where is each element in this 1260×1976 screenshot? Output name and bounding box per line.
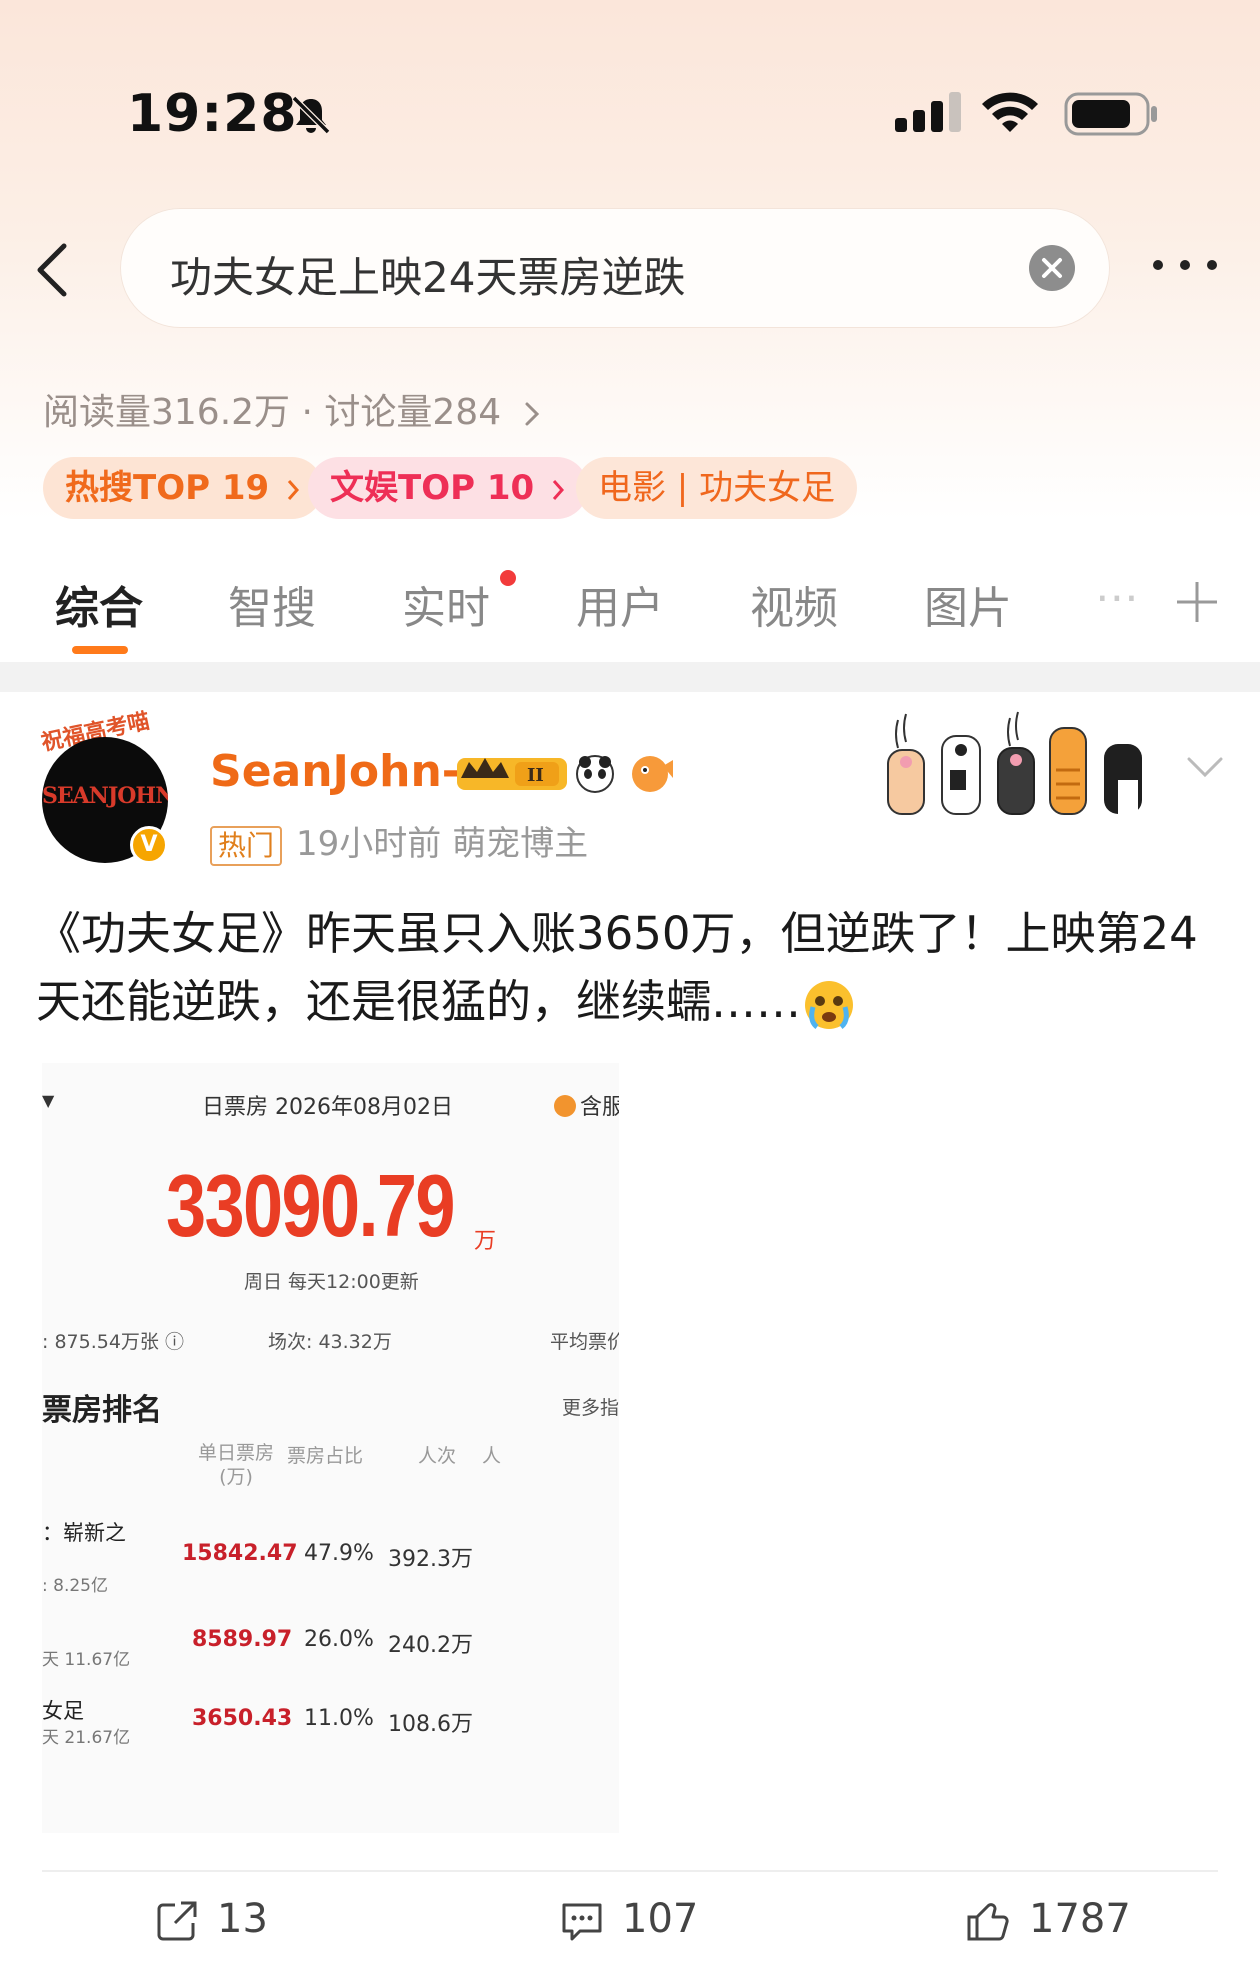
post-meta: 热门 19小时前 萌宠博主: [210, 816, 588, 866]
section-divider: [0, 662, 1260, 692]
check-circle-icon: [554, 1095, 576, 1117]
movie-cumulative: 天 21.67亿: [42, 1728, 131, 1748]
tab-overflow-fade: ⋯: [1095, 572, 1139, 623]
daily-box-office: 8589.97: [192, 1627, 293, 1652]
tab-images[interactable]: 图片: [924, 572, 1012, 636]
ranking-title: 票房排名: [42, 1393, 162, 1428]
search-query: 功夫女足上映24天票房逆跌: [170, 253, 686, 302]
post-body: 《功夫女足》昨天虽只入账3650万，但逆跌了！上映第24天还能逆跌，还是很猛的，…: [36, 900, 1226, 1036]
crying-face-emoji-icon: [805, 981, 854, 1029]
total-box-office: 33090.79: [166, 1156, 455, 1255]
column-header: 票房占比: [287, 1445, 364, 1467]
tag-label: 文娱TOP 10: [330, 468, 535, 508]
tag-label: 热搜TOP 19: [65, 468, 270, 508]
movie-cumulative: : 8.25亿: [42, 1576, 108, 1596]
tickets-metric: : 875.54万张 ⓘ: [42, 1331, 184, 1353]
like-button[interactable]: 1787: [965, 1896, 1131, 1943]
chevron-right-icon: [552, 479, 565, 500]
avg-price-metric: 平均票价: [550, 1331, 619, 1353]
repost-button[interactable]: 13: [155, 1896, 268, 1943]
active-tab-indicator: [72, 646, 128, 654]
avatar-logo-text: SEANJOHN: [42, 783, 168, 809]
movie-name: ：崭新之: [42, 1521, 126, 1545]
tab-smart-search[interactable]: 智搜: [228, 572, 316, 636]
column-header: 人: [482, 1445, 502, 1467]
like-count: 1787: [1029, 1896, 1131, 1942]
daily-box-office: 15842.47: [182, 1541, 298, 1566]
repost-count: 13: [217, 1896, 268, 1942]
box-office-date: 日票房 2026年08月02日: [202, 1095, 453, 1120]
post-image[interactable]: ▼ 日票房 2026年08月02日 含服 33090.79 万 周日 每天12:…: [42, 1063, 619, 1833]
chevron-down-icon[interactable]: [1185, 755, 1225, 779]
comment-icon: [562, 1903, 602, 1941]
share-icon: [157, 1901, 197, 1941]
actions-divider: [42, 1870, 1218, 1872]
search-tabs: 综合 智搜 实时 用户 视频 图片 ⋯: [0, 560, 1260, 660]
movie-tag[interactable]: 电影 | 功夫女足: [576, 457, 858, 519]
movie-cumulative: 天 11.67亿: [42, 1650, 131, 1670]
bell-muted-icon: [291, 95, 331, 135]
post-time-category: 19小时前 萌宠博主: [296, 824, 589, 864]
hot-search-rank-tag[interactable]: 热搜TOP 19: [43, 457, 324, 519]
box-office-share: 11.0%: [304, 1706, 374, 1731]
daily-box-office: 3650.43: [192, 1706, 293, 1731]
more-link: 更多指: [562, 1397, 619, 1419]
back-arrow-icon[interactable]: [30, 240, 74, 300]
tax-label: 含服: [580, 1095, 619, 1120]
hot-badge: 热门: [210, 825, 283, 866]
tab-video[interactable]: 视频: [750, 572, 838, 636]
total-unit: 万: [474, 1229, 497, 1254]
comment-count: 107: [622, 1896, 699, 1942]
screenings-metric: 场次: 43.32万: [268, 1331, 392, 1353]
wifi-icon: [982, 92, 1038, 132]
status-time: 19:28: [127, 84, 298, 144]
admissions: 240.2万: [388, 1633, 473, 1658]
cat-paws-decoration-icon: [887, 711, 1142, 815]
tab-users[interactable]: 用户: [576, 572, 664, 636]
dropdown-triangle-icon: ▼: [42, 1091, 55, 1110]
realtime-notification-dot: [500, 570, 516, 586]
box-office-share: 26.0%: [304, 1627, 374, 1652]
chevron-right-icon: [525, 402, 539, 426]
admissions: 108.6万: [388, 1712, 473, 1737]
topic-stats-text: 阅读量316.2万 · 讨论量284: [43, 392, 502, 433]
battery-icon: [1064, 92, 1157, 136]
svg-text:II: II: [527, 765, 544, 786]
column-header: 单日票房 (万): [197, 1442, 274, 1488]
tag-label: 电影 | 功夫女足: [598, 468, 836, 508]
admissions: 392.3万: [388, 1547, 473, 1572]
thumbs-up-icon: [967, 1903, 1009, 1941]
user-badges-icon: II: [457, 755, 673, 793]
movie-name: 女足: [42, 1699, 84, 1723]
post-body-text: 《功夫女足》昨天虽只入账3650万，但逆跌了！上映第24天还能逆跌，还是很猛的，…: [36, 907, 1198, 1028]
entertainment-rank-tag[interactable]: 文娱TOP 10: [308, 457, 589, 519]
post-username[interactable]: SeanJohn-: [210, 746, 460, 797]
more-options-icon[interactable]: [1150, 255, 1220, 275]
search-input[interactable]: 功夫女足上映24天票房逆跌: [120, 208, 1110, 328]
verified-badge-icon: V: [130, 826, 168, 864]
cellular-signal-icon: [895, 92, 961, 132]
chevron-right-icon: [287, 479, 300, 500]
topic-stats-link[interactable]: 阅读量316.2万 · 讨论量284: [43, 383, 543, 435]
box-office-share: 47.9%: [304, 1541, 374, 1566]
comment-button[interactable]: 107: [560, 1896, 698, 1943]
status-bar: 19:28: [0, 0, 1260, 150]
tab-comprehensive[interactable]: 综合: [55, 572, 143, 636]
clear-search-button[interactable]: [1029, 245, 1075, 291]
column-header: 人次: [418, 1445, 457, 1467]
tab-realtime[interactable]: 实时: [402, 572, 490, 636]
add-tab-icon[interactable]: [1175, 580, 1219, 624]
close-icon: [1042, 258, 1062, 278]
update-note: 周日 每天12:00更新: [244, 1271, 419, 1293]
